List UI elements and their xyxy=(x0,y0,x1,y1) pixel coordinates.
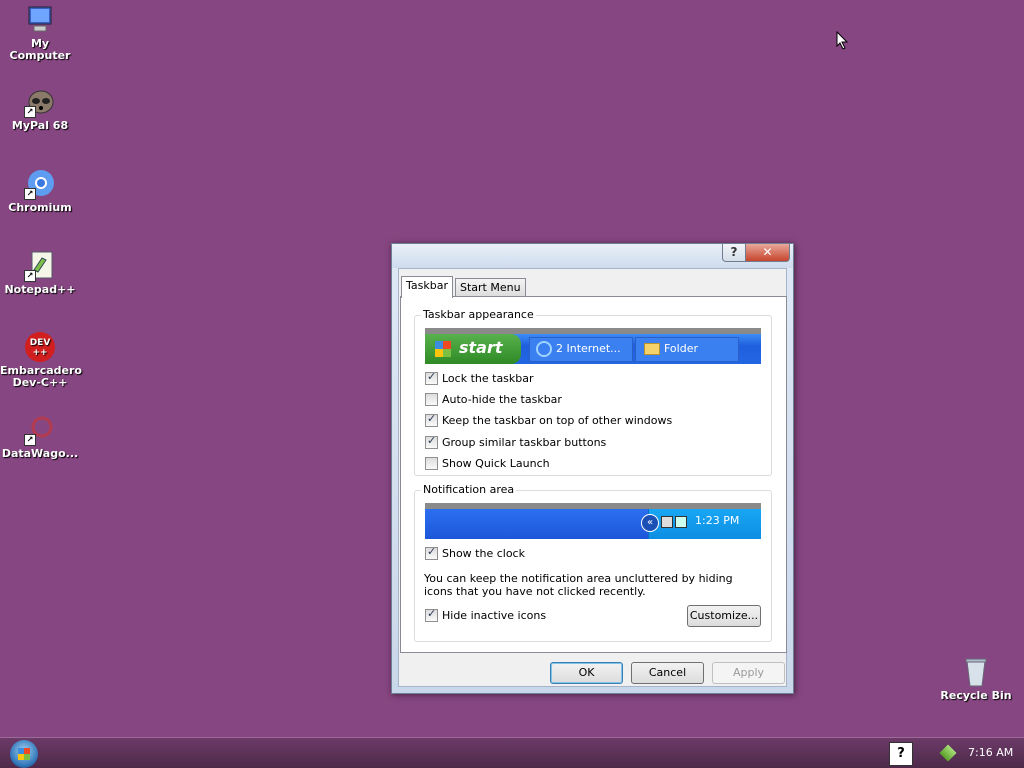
dialog-titlebar[interactable]: ? ✕ xyxy=(392,244,793,268)
show-clock-checkbox[interactable]: Show the clock xyxy=(425,545,525,561)
cancel-button[interactable]: Cancel xyxy=(631,662,704,684)
ie-icon xyxy=(536,341,552,357)
auto-hide-checkbox[interactable]: Auto-hide the taskbar xyxy=(425,392,562,407)
checkbox-label: Keep the taskbar on top of other windows xyxy=(442,414,673,427)
chromium-icon: ↗ xyxy=(24,168,56,200)
customize-button[interactable]: Customize... xyxy=(687,605,761,627)
devcpp-icon: DEV ++ xyxy=(24,331,56,363)
datawago-icon: ↗ xyxy=(24,414,56,446)
taskbar-clock[interactable]: 7:16 AM xyxy=(968,746,1013,759)
group-label: Notification area xyxy=(421,483,517,496)
desktop-icon-notepadpp[interactable]: ↗ Notepad++ xyxy=(0,250,80,296)
checkbox-box[interactable] xyxy=(425,607,438,622)
network-tray-icon[interactable] xyxy=(939,744,957,762)
preview-clock: 1:23 PM xyxy=(695,514,740,527)
windows-flag-icon xyxy=(435,341,451,357)
group-notification-area: Notification area « 1:23 PM Show the clo… xyxy=(414,483,772,642)
desktop-icon-mypal[interactable]: ↗ MyPal 68 xyxy=(0,86,80,132)
ok-button[interactable]: OK xyxy=(550,662,623,684)
shortcut-arrow-icon: ↗ xyxy=(24,434,36,446)
checkbox-box[interactable] xyxy=(425,370,438,385)
svg-text:++: ++ xyxy=(32,348,47,358)
shortcut-arrow-icon: ↗ xyxy=(24,188,36,200)
action-center-icon[interactable]: ? xyxy=(889,742,913,766)
shortcut-arrow-icon: ↗ xyxy=(24,106,36,118)
desktop-icon-label: Recycle Bin xyxy=(940,689,1012,702)
preview-start-button: start xyxy=(425,334,521,364)
preview-taskitem-folder: Folder xyxy=(635,337,739,362)
notepadpp-icon: ↗ xyxy=(24,250,56,282)
hide-inactive-checkbox[interactable]: Hide inactive icons xyxy=(425,607,547,623)
group-label: Taskbar appearance xyxy=(421,308,536,321)
desktop-icon-label: My Computer xyxy=(9,37,71,62)
recycle-bin-icon xyxy=(960,656,992,688)
desktop-icon-chromium[interactable]: ↗ Chromium xyxy=(0,168,80,214)
svg-text:DEV: DEV xyxy=(30,338,51,348)
raccoon-icon: ↗ xyxy=(24,86,56,118)
notification-preview: « 1:23 PM xyxy=(425,503,761,539)
help-button[interactable]: ? xyxy=(722,244,746,262)
group-buttons-checkbox[interactable]: Group similar taskbar buttons xyxy=(425,434,607,450)
close-button[interactable]: ✕ xyxy=(745,244,790,262)
folder-icon xyxy=(644,343,660,355)
desktop-icon-devcpp[interactable]: DEV ++ Embarcadero Dev-C++ xyxy=(0,331,82,389)
checkbox-box[interactable] xyxy=(425,434,438,449)
checkbox-box[interactable] xyxy=(425,412,438,427)
computer-icon xyxy=(24,4,56,36)
taskbar-preview: start 2 Internet... Folder xyxy=(425,328,761,364)
desktop-icon-label: Chromium xyxy=(8,201,72,214)
quick-launch-checkbox[interactable]: Show Quick Launch xyxy=(425,456,550,471)
preview-taskitem-label: 2 Internet... xyxy=(556,342,621,355)
keep-on-top-checkbox[interactable]: Keep the taskbar on top of other windows xyxy=(425,412,673,428)
checkbox-box[interactable] xyxy=(425,392,438,406)
checkbox-label: Auto-hide the taskbar xyxy=(442,393,562,406)
tab-page-taskbar: Taskbar appearance start 2 Internet... F… xyxy=(400,296,787,653)
preview-taskitem-internet: 2 Internet... xyxy=(529,337,633,362)
desktop-icon-label: MyPal 68 xyxy=(11,119,69,132)
desktop-icon-label: Embarcadero Dev-C++ xyxy=(0,364,82,389)
checkbox-label: Lock the taskbar xyxy=(442,372,534,385)
dialog-client: Taskbar Start Menu Taskbar appearance st… xyxy=(398,268,787,687)
volume-icon xyxy=(675,516,687,528)
desktop-icon-datawago[interactable]: ↗ DataWago... xyxy=(0,414,80,460)
mouse-cursor-icon xyxy=(836,31,849,50)
apply-button[interactable]: Apply xyxy=(712,662,785,684)
checkbox-box[interactable] xyxy=(425,545,438,560)
checkbox-label: Show the clock xyxy=(442,547,525,560)
group-taskbar-appearance: Taskbar appearance start 2 Internet... F… xyxy=(414,308,772,476)
start-orb-button[interactable] xyxy=(10,740,38,768)
preview-tray: « 1:23 PM xyxy=(641,509,761,539)
desktop-icon-label: Notepad++ xyxy=(4,283,76,296)
taskbar-properties-dialog: ? ✕ Taskbar Start Menu Taskbar appearanc… xyxy=(391,243,794,694)
desktop-icon-my-computer[interactable]: My Computer xyxy=(0,4,80,62)
chevron-left-icon: « xyxy=(641,514,659,532)
network-icon xyxy=(661,516,673,528)
checkbox-label: Show Quick Launch xyxy=(442,457,550,470)
notification-description: You can keep the notification area unclu… xyxy=(424,572,733,598)
shortcut-arrow-icon: ↗ xyxy=(24,270,36,282)
tab-taskbar[interactable]: Taskbar xyxy=(401,276,453,298)
checkbox-label: Hide inactive icons xyxy=(442,609,547,622)
taskbar: ? 7:16 AM xyxy=(0,737,1024,768)
lock-taskbar-checkbox[interactable]: Lock the taskbar xyxy=(425,370,534,386)
tab-start-menu[interactable]: Start Menu xyxy=(455,278,526,298)
checkbox-box[interactable] xyxy=(425,456,438,470)
desktop-icon-recycle-bin[interactable]: Recycle Bin xyxy=(936,656,1016,702)
checkbox-label: Group similar taskbar buttons xyxy=(442,436,607,449)
preview-taskitem-label: Folder xyxy=(664,342,698,355)
preview-start-label: start xyxy=(459,338,503,357)
desktop-icon-label: DataWago... xyxy=(1,447,79,460)
